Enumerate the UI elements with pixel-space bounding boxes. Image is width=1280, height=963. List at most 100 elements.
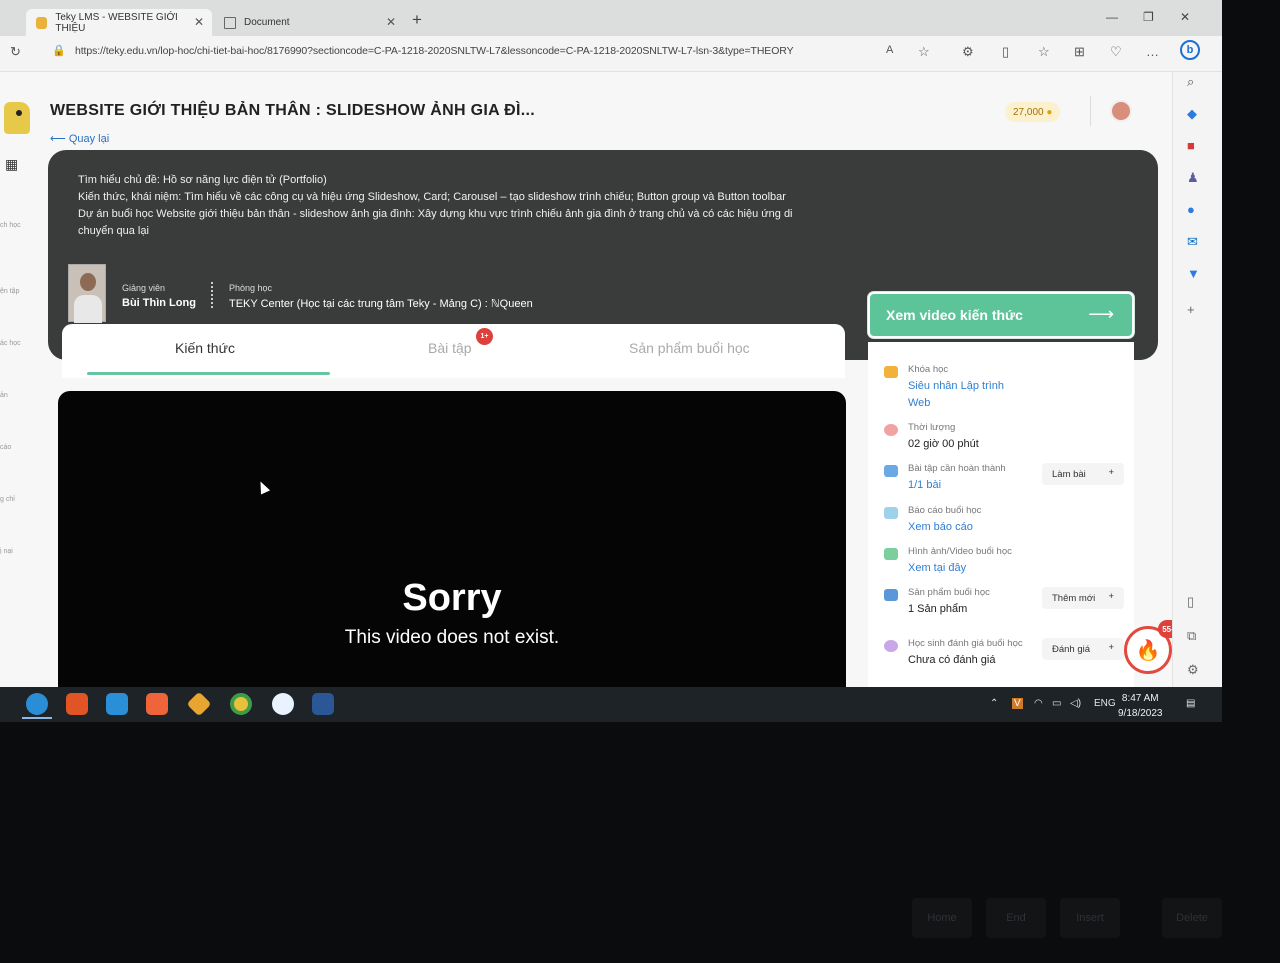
arrow-right-icon: ⟶ [1088, 304, 1114, 324]
unikey-icon[interactable]: V [1012, 698, 1023, 709]
duration-label: Thời lượng [908, 422, 956, 433]
favorites-icon[interactable]: ☆ [1038, 44, 1050, 60]
course-link-cont[interactable]: Web [908, 397, 930, 409]
refresh-icon[interactable]: ↻ [10, 44, 21, 60]
browser-tab-document[interactable]: Document ✕ [214, 9, 404, 36]
lock-icon[interactable]: 🔒 [52, 44, 66, 57]
watch-video-label: Xem video kiến thức [886, 307, 1023, 323]
view-report-link[interactable]: Xem báo cáo [908, 521, 973, 533]
sidebar-item-khieu-nai[interactable]: ị nại [0, 548, 13, 555]
exercise-count[interactable]: 1/1 bài [908, 479, 941, 491]
product-label: Sản phẩm buổi học [908, 587, 990, 598]
read-aloud-icon[interactable]: A [886, 44, 893, 56]
coin-balance[interactable]: 27,000 ● [1005, 102, 1061, 122]
tag-icon[interactable]: ◆ [1187, 106, 1197, 122]
hero-topic: Tìm hiểu chủ đề: Hồ sơ năng lực điện tử … [78, 174, 327, 186]
user-avatar[interactable] [1110, 100, 1132, 122]
games-icon[interactable]: ♟ [1187, 170, 1199, 186]
extensions-icon[interactable]: ⚙ [962, 44, 974, 60]
bing-copilot-icon[interactable]: b [1180, 40, 1200, 60]
key-home: Home [912, 898, 972, 938]
language-indicator[interactable]: ENG [1094, 698, 1116, 709]
zalo-app-icon[interactable] [272, 693, 294, 715]
watch-video-button[interactable]: Xem video kiến thức ⟶ [868, 292, 1134, 338]
video-player[interactable]: Sorry This video does not exist. [58, 391, 846, 687]
sidebar-item-chung-chi[interactable]: g chỉ [0, 496, 15, 503]
report-label: Báo cáo buổi học [908, 505, 982, 516]
media-icon [884, 548, 898, 560]
tab-san-pham[interactable]: Sản phẩm buổi học [629, 340, 750, 356]
chrome-app-icon[interactable] [230, 693, 252, 715]
key-delete: Delete [1162, 898, 1222, 938]
address-bar-row: ↻ 🔒 https://teky.edu.vn/lop-hoc/chi-tiet… [0, 36, 1222, 72]
edge-app-icon[interactable] [26, 693, 48, 715]
microsoft365-icon[interactable]: ● [1187, 202, 1195, 217]
sidebar-toggle-icon[interactable]: ▯ [1187, 594, 1194, 610]
settings-gear-icon[interactable]: ⚙ [1187, 662, 1199, 678]
search-icon[interactable]: ⌕ [1187, 74, 1194, 90]
git-app-icon[interactable] [186, 691, 212, 717]
volume-icon[interactable]: ◁) [1070, 698, 1081, 709]
wifi-icon[interactable]: ◠ [1034, 698, 1043, 709]
room-value: TEKY Center (Học tại các trung tâm Teky … [229, 298, 533, 310]
maximize-icon[interactable]: ❐ [1143, 10, 1154, 24]
minimize-icon[interactable]: — [1106, 10, 1118, 24]
designer-icon[interactable]: ▼ [1187, 266, 1200, 281]
performance-icon[interactable]: ♡ [1110, 44, 1122, 60]
teky-logo-icon[interactable] [4, 102, 30, 134]
close-icon[interactable]: ✕ [194, 15, 204, 29]
add-app-icon[interactable]: + [1187, 302, 1195, 317]
view-media-link[interactable]: Xem tại đây [908, 562, 966, 574]
rate-button[interactable]: Đánh giá + [1042, 638, 1124, 660]
edge-sidebar: ⌕ ◆ ■ ♟ ● ✉ ▼ + ▯ ⧉ ⚙ [1172, 72, 1222, 687]
grid-menu-icon[interactable]: ▦ [5, 156, 18, 173]
more-menu-icon[interactable]: … [1146, 44, 1159, 59]
video-error-message: This video does not exist. [344, 627, 560, 648]
xampp-app-icon[interactable] [146, 693, 168, 715]
notifications-icon[interactable]: ▤ [1186, 698, 1195, 709]
show-hidden-icons-icon[interactable]: ⌃ [990, 698, 998, 709]
tab-kien-thuc[interactable]: Kiến thức [175, 340, 235, 356]
sidebar-item-cac-hoc[interactable]: ác học [0, 340, 21, 347]
window-close-icon[interactable]: ✕ [1180, 10, 1190, 24]
close-icon[interactable]: ✕ [386, 15, 396, 29]
system-clock[interactable]: 8:47 AM 9/18/2023 [1118, 691, 1163, 721]
toolbox-icon[interactable]: ■ [1187, 138, 1195, 153]
document-icon [224, 16, 236, 29]
plus-icon: + [1108, 591, 1114, 602]
key-end: End [986, 898, 1046, 938]
sidebar-item-lich-hoc[interactable]: ch học [0, 222, 21, 229]
vscode-app-icon[interactable] [106, 693, 128, 715]
info-separator [211, 282, 213, 308]
url-field[interactable]: https://teky.edu.vn/lop-hoc/chi-tiet-bai… [75, 45, 794, 57]
new-tab-icon[interactable]: + [412, 10, 422, 30]
tab-label: Document [244, 17, 290, 28]
product-count: 1 Sản phẩm [908, 603, 968, 615]
add-product-button[interactable]: Thêm mới + [1042, 587, 1124, 609]
mouse-cursor-icon [255, 479, 271, 495]
outlook-icon[interactable]: ✉ [1187, 234, 1198, 250]
browser-tab-lms[interactable]: Teky LMS - WEBSITE GIỚI THIỆU ✕ [26, 9, 212, 36]
rate-label: Đánh giá [1052, 643, 1091, 655]
lesson-page: ▦ ch học ện tập ác học ản cáo g chỉ ị nạ… [0, 72, 1172, 687]
duration-value: 02 giờ 00 phút [908, 438, 979, 450]
battery-icon[interactable]: ▭ [1052, 698, 1061, 709]
open-external-icon[interactable]: ⧉ [1187, 628, 1196, 644]
sidebar-item-bao-cao[interactable]: cáo [0, 444, 11, 451]
left-navigation: ▦ ch học ện tập ác học ản cáo g chỉ ị nạ… [0, 72, 30, 687]
back-link[interactable]: ⟵ Quay lại [50, 132, 109, 145]
do-exercise-button[interactable]: Làm bài + [1042, 463, 1124, 485]
brave-app-icon[interactable] [66, 693, 88, 715]
course-link[interactable]: Siêu nhân Lập trình [908, 380, 1004, 392]
split-screen-icon[interactable]: ▯ [1002, 44, 1009, 60]
collections-icon[interactable]: ⊞ [1074, 44, 1085, 60]
teacher-label: Giảng viên [122, 283, 166, 293]
do-exercise-label: Làm bài [1052, 468, 1086, 480]
sidebar-item-luyen-tap[interactable]: ện tập [0, 288, 19, 295]
rating-icon [884, 640, 898, 652]
tab-bai-tap[interactable]: Bài tập [428, 340, 472, 356]
active-tab-indicator [87, 372, 330, 375]
sidebar-item-du-an[interactable]: ản [0, 392, 8, 399]
word-app-icon[interactable] [312, 693, 334, 715]
favorite-star-icon[interactable]: ☆ [918, 44, 930, 60]
